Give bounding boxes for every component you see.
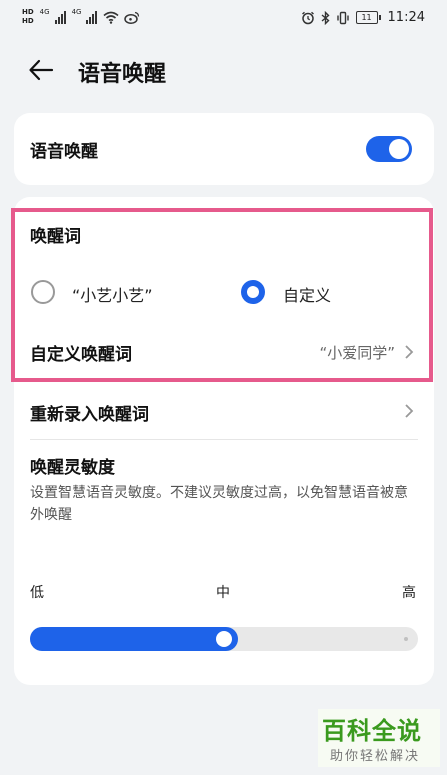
watermark-subtitle: 助你轻松解决 (330, 749, 421, 764)
hd-indicator: HD HD (22, 8, 34, 25)
sensitivity-tick-high: 高 (402, 585, 416, 601)
sensitivity-tick-low: 低 (30, 585, 44, 601)
watermark-title: 百科全说 (322, 717, 422, 745)
vibrate-icon (336, 11, 349, 24)
signal-icon (54, 10, 66, 24)
sensitivity-slider[interactable] (30, 627, 418, 651)
slider-end-dot (404, 637, 408, 641)
page-title: 语音唤醒 (78, 62, 167, 87)
bluetooth-icon (321, 10, 330, 25)
sensitivity-description: 设置智慧语音灵敏度。不建议灵敏度过高，以免智慧语音被意外唤醒 (30, 485, 408, 523)
highlight-box (11, 208, 433, 382)
status-right: 11 11:24 (301, 10, 425, 25)
wifi-icon (103, 11, 119, 24)
status-bar: HD HD 4G 4G 11 11:24 (0, 0, 447, 40)
signal-icon-2 (86, 10, 98, 24)
slider-handle[interactable] (216, 631, 232, 647)
sensitivity-tick-mid: 中 (216, 585, 230, 601)
network-type-1: 4G (39, 8, 50, 16)
sensitivity-title: 唤醒灵敏度 (30, 458, 115, 478)
toggle-knob (389, 139, 409, 159)
rerecord-wake-word[interactable]: 重新录入唤醒词 (30, 400, 149, 425)
status-time: 11:24 (387, 10, 425, 25)
alarm-icon (301, 11, 314, 24)
voice-wake-card: 语音唤醒 (14, 113, 434, 185)
arrow-left-icon (29, 59, 54, 81)
watermark-logo: 百科全说 助你轻松解决 (318, 709, 440, 767)
divider (30, 439, 418, 440)
voice-wake-label: 语音唤醒 (30, 142, 98, 162)
chevron-right-icon[interactable] (403, 403, 415, 419)
slider-fill (30, 627, 238, 651)
weibo-icon (124, 11, 140, 24)
back-button[interactable] (26, 55, 60, 85)
battery-icon: 11 (355, 11, 381, 24)
voice-wake-toggle[interactable] (366, 136, 412, 162)
network-type-2: 4G (71, 8, 82, 16)
status-left: HD HD 4G 4G (22, 8, 140, 26)
